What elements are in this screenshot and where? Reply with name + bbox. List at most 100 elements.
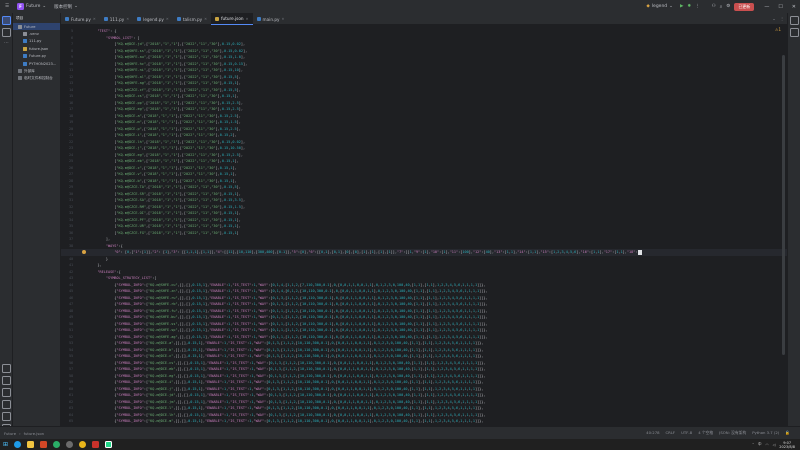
- line-number: 53: [69, 341, 73, 345]
- close-tab-icon[interactable]: ✕: [246, 17, 249, 21]
- close-tab-icon[interactable]: ✕: [126, 17, 129, 21]
- gear-icon[interactable]: ⚙: [726, 4, 730, 9]
- tab-111-py[interactable]: 111.py ✕: [100, 13, 133, 25]
- tab-Future-py[interactable]: Future.py ✕: [61, 13, 100, 25]
- line-number: 8: [71, 48, 73, 53]
- services-icon[interactable]: [2, 388, 11, 397]
- pycharm-icon[interactable]: [105, 441, 113, 448]
- line-number: 36: [69, 230, 73, 235]
- line-number: 58: [69, 373, 73, 378]
- browser-icon[interactable]: [66, 441, 74, 448]
- close-tab-icon[interactable]: ✕: [281, 17, 284, 21]
- line-number: 35: [69, 224, 73, 228]
- line-number: 61: [69, 393, 73, 397]
- vcs-menu[interactable]: 版本控制 ⌄: [51, 2, 81, 11]
- line-separator[interactable]: CRLF: [666, 430, 676, 436]
- tree-item[interactable]: .venv: [13, 30, 60, 37]
- commit-tool-icon[interactable]: [2, 28, 11, 37]
- tray-chevron-icon[interactable]: ˄: [752, 443, 754, 447]
- tab-talism-py[interactable]: talism.py ✕: [173, 13, 211, 25]
- tab-main-py[interactable]: main.py ✕: [253, 13, 289, 25]
- line-number: 54: [69, 347, 73, 352]
- text-caret: [638, 249, 643, 255]
- run-icon[interactable]: ▶: [680, 4, 683, 9]
- debug-icon[interactable]: ✹: [687, 4, 691, 9]
- close-icon[interactable]: ✕: [792, 4, 796, 10]
- tree-item-label: 外部库: [24, 68, 35, 73]
- tree-item[interactable]: Future: [13, 23, 60, 31]
- tab-legend-py[interactable]: legend.py ✕: [133, 13, 173, 25]
- database-icon[interactable]: [790, 28, 799, 37]
- line-number: 25: [69, 159, 73, 163]
- python-console-icon[interactable]: [2, 376, 11, 385]
- tree-item[interactable]: Future.py: [13, 53, 60, 60]
- tree-item[interactable]: 临时文件和控制台: [13, 75, 60, 82]
- tab-future-json[interactable]: future.json ✕: [211, 13, 253, 25]
- python-interpreter[interactable]: Python 3.7 (2): [752, 430, 779, 436]
- lock-icon[interactable]: 🔓: [785, 430, 790, 436]
- tree-item[interactable]: 外部库: [13, 67, 60, 74]
- terminal-icon[interactable]: [2, 400, 11, 409]
- caret-position[interactable]: 40:278: [646, 430, 659, 436]
- tree-item[interactable]: future.json: [13, 45, 60, 52]
- line-number: 22: [69, 139, 73, 144]
- run-config-selector[interactable]: ◆ legend ⌄: [643, 2, 676, 11]
- line-number: 9: [71, 55, 73, 59]
- file-icon: [23, 54, 27, 59]
- wechat-icon[interactable]: [53, 441, 61, 448]
- tree-item[interactable]: 111.py: [13, 38, 60, 45]
- search-icon[interactable]: ⌕: [720, 4, 723, 10]
- line-number: 34: [69, 217, 73, 222]
- project-switcher[interactable]: F Future ⌄: [14, 2, 49, 11]
- tree-item-label: PYTHON2023...: [29, 61, 57, 66]
- notifications-icon[interactable]: [790, 16, 799, 25]
- main-menu-button[interactable]: ☰: [2, 2, 12, 11]
- line-number: 26: [69, 165, 73, 170]
- breadcrumb-file[interactable]: future.json: [24, 431, 44, 436]
- line-number: 6: [71, 35, 73, 40]
- project-panel-header: 项目: [13, 13, 60, 23]
- tab-list-icon[interactable]: ⌄: [772, 16, 776, 21]
- chevron-down-icon: ⌄: [42, 4, 47, 9]
- breadcrumb-project[interactable]: Future: [4, 431, 16, 436]
- more-icon[interactable]: ⋮: [695, 4, 700, 9]
- volume-icon[interactable]: ◁: [773, 443, 776, 447]
- tree-item-label: Future.py: [29, 54, 46, 59]
- vertical-scrollbar[interactable]: [782, 55, 785, 355]
- wps-icon[interactable]: [92, 441, 100, 448]
- powerpoint-icon[interactable]: [40, 441, 48, 448]
- wifi-icon[interactable]: ◠: [766, 443, 769, 447]
- python-packages-icon[interactable]: [2, 364, 11, 373]
- file-encoding[interactable]: UTF-8: [681, 430, 692, 436]
- hamburger-icon: ☰: [5, 4, 10, 9]
- close-tab-icon[interactable]: ✕: [204, 17, 207, 21]
- more-icon[interactable]: ⋮: [780, 16, 784, 21]
- line-number: 14: [69, 87, 73, 92]
- chrome-icon[interactable]: [79, 441, 87, 448]
- chevron-down-icon: ⌄: [669, 4, 673, 9]
- close-tab-icon[interactable]: ✕: [166, 17, 169, 21]
- project-tool-icon[interactable]: [2, 16, 11, 25]
- problems-icon[interactable]: [2, 412, 11, 421]
- code-editor[interactable]: ⚠1 5 6 7 8 9 10 11 12 13 14 15 16 17 18 19 20 21 22 23 24 25…: [61, 25, 787, 439]
- project-badge: F: [17, 3, 25, 10]
- file-explorer-icon[interactable]: [27, 441, 35, 448]
- system-clock[interactable]: 9:07 2023/8/8: [779, 441, 795, 449]
- line-number: 42: [69, 269, 73, 274]
- update-badge[interactable]: 已更新: [734, 2, 755, 11]
- json-schema[interactable]: JSON: 没有架构: [719, 430, 746, 436]
- breadcrumb: Future › future.json: [0, 431, 44, 436]
- input-language[interactable]: 中: [758, 442, 762, 447]
- minimize-icon[interactable]: —: [764, 4, 769, 10]
- more-tools-icon[interactable]: ⋯: [2, 40, 11, 49]
- collab-icon[interactable]: ⚇: [712, 4, 716, 9]
- python-file-icon: [256, 17, 261, 21]
- tree-item[interactable]: PYTHON2023...: [13, 60, 60, 67]
- close-tab-icon[interactable]: ✕: [93, 17, 96, 21]
- tree-item-label: 临时文件和控制台: [24, 75, 53, 80]
- windows-start-icon[interactable]: ⊞: [3, 441, 8, 448]
- indent-setting[interactable]: 4 个空格: [698, 430, 713, 436]
- edge-icon[interactable]: [14, 441, 22, 448]
- line-number: 46: [69, 295, 73, 300]
- maximize-icon[interactable]: ☐: [778, 4, 782, 10]
